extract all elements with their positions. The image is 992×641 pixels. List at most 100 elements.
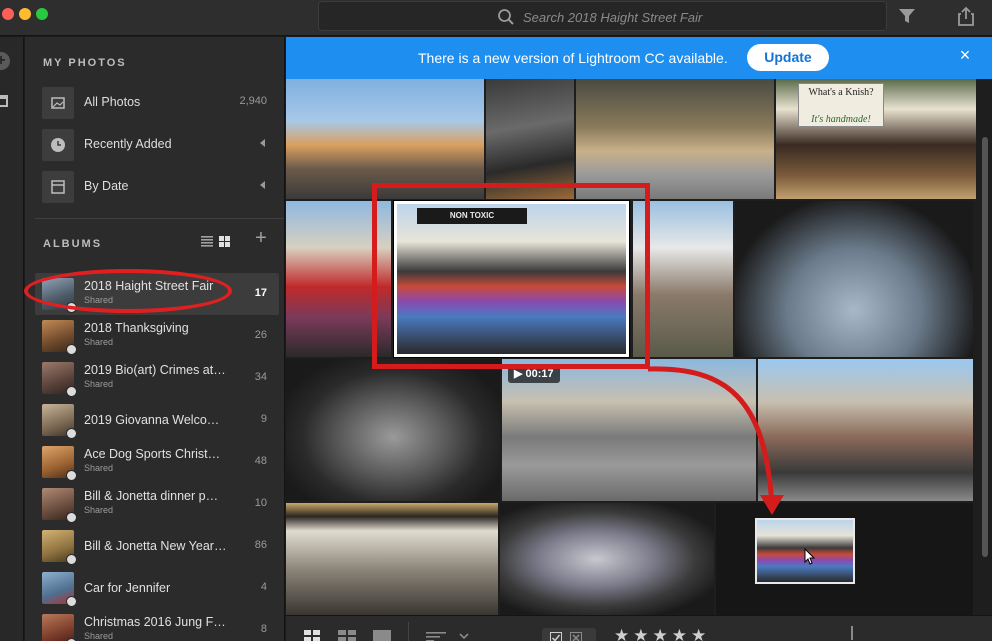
album-title: 2018 Haight Street Fair [84,279,214,293]
detail-view-icon[interactable] [373,630,391,641]
nav-by-date[interactable]: By Date [35,167,279,207]
star-rating[interactable]: ★★★★★ [614,626,710,641]
shared-icon [66,344,77,355]
shared-icon [66,554,77,565]
knish-sign: What's a Knish? It's handmade! [798,83,884,127]
photo-thumbnail[interactable] [286,79,484,199]
photo-thumbnail[interactable]: ▶ 00:17 [502,359,756,501]
photo-thumbnail[interactable] [286,503,498,615]
album-title: 2019 Bio(art) Crimes at… [84,363,226,377]
album-title: Bill & Jonetta New Year… [84,539,227,553]
minimize-window-button[interactable] [19,8,31,20]
album-count: 8 [260,623,267,635]
toolbar-separator [408,622,409,641]
library-icon[interactable] [0,95,8,107]
calendar-icon [42,171,74,203]
expand-caret-icon[interactable] [260,181,265,189]
album-title: Christmas 2016 Jung F… [84,615,226,629]
update-banner: There is a new version of Lightroom CC a… [286,37,992,79]
photo-thumbnail[interactable] [633,201,733,357]
album-subtitle: Shared [84,631,114,641]
album-count: 4 [260,581,267,593]
album-subtitle: Shared [84,463,114,473]
shared-icon [66,386,77,397]
album-title: 2019 Giovanna Welco… [84,413,220,427]
album-count: 10 [254,497,267,509]
album-item[interactable]: Christmas 2016 Jung F… Shared 8 [35,609,279,641]
add-album-icon[interactable]: + [254,228,268,248]
search-input[interactable] [523,8,863,26]
photos-icon [42,87,74,119]
title-bar [0,0,992,36]
album-count: 9 [260,413,267,425]
photo-banner-sign: NON TOXIC [417,208,527,224]
photo-thumbnail[interactable] [735,201,973,357]
grid-layout-icon[interactable] [304,630,320,641]
sort-icon[interactable] [426,630,446,641]
albums-heading: ALBUMS [43,238,103,250]
album-item[interactable]: Bill & Jonetta New Year… 86 [35,525,279,567]
add-photos-icon[interactable]: + [0,52,10,70]
grid-view-icon[interactable] [219,236,230,247]
photo-thumbnail[interactable] [758,359,973,501]
nav-count: 2,940 [239,95,267,107]
album-count: 17 [254,287,267,299]
video-badge: ▶ 00:17 [508,365,560,383]
album-count: 86 [254,539,267,551]
album-item[interactable]: Ace Dog Sports Christ… Shared 48 [35,441,279,483]
photo-thumbnail[interactable] [286,201,391,357]
album-item[interactable]: 2019 Giovanna Welco… 9 [35,399,279,441]
nav-label: By Date [84,179,129,193]
album-thumbnail [42,614,74,641]
album-item[interactable]: Car for Jennifer 4 [35,567,279,609]
zoom-window-button[interactable] [36,8,48,20]
album-subtitle: Shared [84,295,114,305]
nav-label: Recently Added [84,137,172,151]
album-title: Ace Dog Sports Christ… [84,447,221,461]
main-content: There is a new version of Lightroom CC a… [286,37,992,641]
photo-thumbnail[interactable] [576,79,774,199]
album-subtitle: Shared [84,379,114,389]
cursor-icon [804,548,816,565]
pick-flag-icon[interactable] [550,632,562,641]
photo-thumbnail[interactable] [500,503,714,615]
sign-line: It's handmade! [811,114,871,125]
video-duration: 00:17 [525,368,554,380]
play-icon: ▶ [514,368,526,380]
photo-thumbnail[interactable] [286,359,500,501]
share-icon[interactable] [957,6,975,26]
expand-caret-icon[interactable] [260,139,265,147]
banner-close-icon[interactable]: × [958,46,972,64]
search-box[interactable] [318,1,887,31]
album-item[interactable]: 2018 Haight Street Fair Shared 17 [35,273,279,315]
nav-all-photos[interactable]: All Photos 2,940 [35,83,279,123]
album-item[interactable]: 2019 Bio(art) Crimes at… Shared 34 [35,357,279,399]
close-window-button[interactable] [2,8,14,20]
vertical-scrollbar[interactable] [982,137,988,557]
update-button[interactable]: Update [747,44,829,71]
album-title: Car for Jennifer [84,581,171,595]
my-photos-heading: MY PHOTOS [43,57,127,69]
nav-recently-added[interactable]: Recently Added [35,125,279,165]
banner-sign-text: NON TOXIC [449,211,495,220]
list-view-icon[interactable] [201,236,213,247]
shared-icon [66,470,77,481]
flag-controls [542,628,596,641]
album-count: 26 [254,329,267,341]
search-icon [498,9,514,25]
chevron-down-icon[interactable] [459,630,469,641]
album-item[interactable]: Bill & Jonetta dinner p… Shared 10 [35,483,279,525]
photo-thumbnail[interactable] [486,79,574,199]
bottom-toolbar: ★★★★★ [286,615,992,641]
reject-flag-icon[interactable] [570,632,582,641]
clock-icon [42,129,74,161]
photo-thumbnail[interactable]: What's a Knish? It's handmade! [776,79,976,199]
filter-icon[interactable] [898,8,916,24]
zoom-slider-tick[interactable] [851,626,853,640]
album-item[interactable]: 2018 Thanksgiving Shared 26 [35,315,279,357]
square-grid-icon[interactable] [338,630,356,641]
selected-photo[interactable]: NON TOXIC [394,201,629,357]
lightroom-window: + MY PHOTOS All Photos 2,940 Recently Ad… [0,0,992,641]
album-title: 2018 Thanksgiving [84,321,189,335]
album-count: 34 [254,371,267,383]
